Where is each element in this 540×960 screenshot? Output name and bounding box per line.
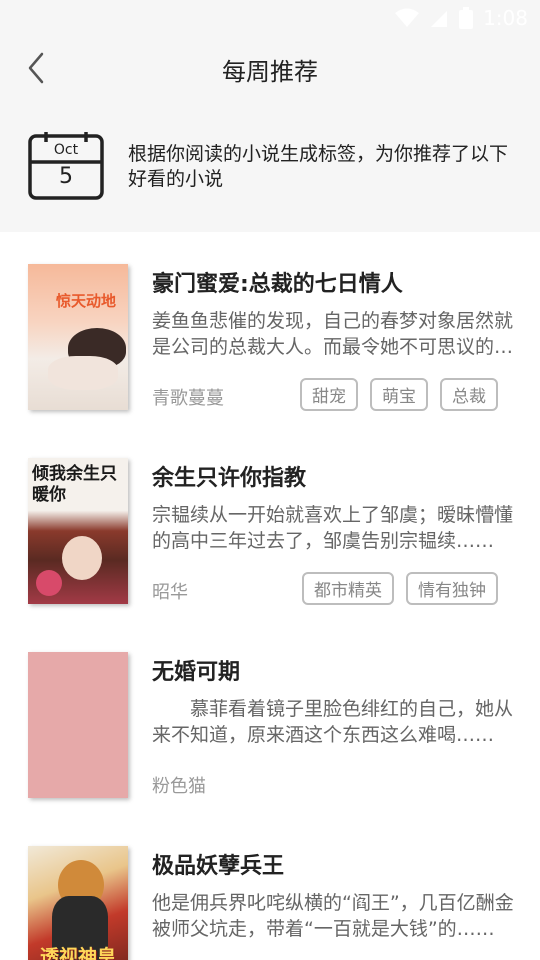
status-icons: 1:08	[395, 6, 528, 30]
book-description: 他是佣兵界叱咤纵横的“阎王”，几百亿酬金被师父坑走，带着“一百就是大钱”的……	[152, 892, 514, 940]
tag-list: 都市精英 情有独钟	[302, 572, 498, 605]
book-description: 慕菲看着镜子里脸色绯红的自己，她从来不知道，原来酒这个东西这么难喝……	[152, 698, 514, 746]
status-bar: 1:08	[0, 0, 540, 36]
wifi-icon	[395, 8, 420, 27]
tag[interactable]: 甜宠	[300, 378, 358, 411]
tag[interactable]: 情有独钟	[406, 572, 498, 605]
tag[interactable]: 萌宝	[370, 378, 428, 411]
book-title: 极品妖孽兵王	[152, 854, 285, 879]
book-cover[interactable]: 透视神皇	[28, 846, 128, 960]
book-cover[interactable]	[28, 652, 128, 798]
intro-banner: Oct 5 根据你阅读的小说生成标签，为你推荐了以下好看的小说	[0, 102, 540, 232]
book-item[interactable]: 惊天动地 豪门蜜爱:总裁的七日情人 姜鱼鱼悲催的发现，自己的春梦对象居然就是公司…	[0, 232, 540, 426]
book-cover[interactable]: 倾我余生只暖你	[28, 458, 128, 604]
tag[interactable]: 都市精英	[302, 572, 394, 605]
book-title: 豪门蜜爱:总裁的七日情人	[152, 272, 403, 297]
book-author: 青歌蔓蔓	[152, 388, 224, 409]
cover-title: 倾我余生只暖你	[32, 464, 117, 505]
book-author: 粉色猫	[152, 776, 206, 797]
tag-list: 甜宠 萌宝 总裁	[300, 378, 498, 411]
book-list: 惊天动地 豪门蜜爱:总裁的七日情人 姜鱼鱼悲催的发现，自己的春梦对象居然就是公司…	[0, 232, 540, 960]
book-title: 无婚可期	[152, 660, 241, 685]
book-author: 昭华	[152, 582, 188, 603]
signal-icon	[431, 11, 448, 27]
cover-title: 透视神皇	[39, 946, 116, 960]
tag[interactable]: 总裁	[440, 378, 498, 411]
book-cover[interactable]: 惊天动地	[28, 264, 128, 410]
book-description: 姜鱼鱼悲催的发现，自己的春梦对象居然就是公司的总裁大人。而最令她不可思议的是……	[152, 310, 514, 358]
calendar-icon: Oct 5	[28, 132, 104, 200]
book-title: 余生只许你指教	[152, 466, 307, 491]
header: 每周推荐	[0, 36, 540, 102]
status-time: 1:08	[483, 6, 528, 30]
calendar-day: 5	[59, 164, 73, 189]
book-item[interactable]: 无婚可期 慕菲看着镜子里脸色绯红的自己，她从来不知道，原来酒这个东西这么难喝………	[0, 620, 540, 814]
cover-title: 惊天动地	[56, 292, 117, 310]
book-description: 宗韫续从一开始就喜欢上了邹虞；暧昧懵懂的高中三年过去了，邹虞告别宗韫续……	[152, 504, 514, 552]
book-item[interactable]: 透视神皇 极品妖孽兵王 他是佣兵界叱咤纵横的“阎王”，几百亿酬金被师父坑走，带着…	[0, 814, 540, 960]
battery-icon	[459, 7, 474, 29]
calendar-month: Oct	[53, 142, 79, 158]
page-title: 每周推荐	[222, 58, 318, 86]
intro-text: 根据你阅读的小说生成标签，为你推荐了以下好看的小说	[128, 143, 509, 190]
book-item[interactable]: 倾我余生只暖你 余生只许你指教 宗韫续从一开始就喜欢上了邹虞；暧昧懵懂的高中三年…	[0, 426, 540, 620]
